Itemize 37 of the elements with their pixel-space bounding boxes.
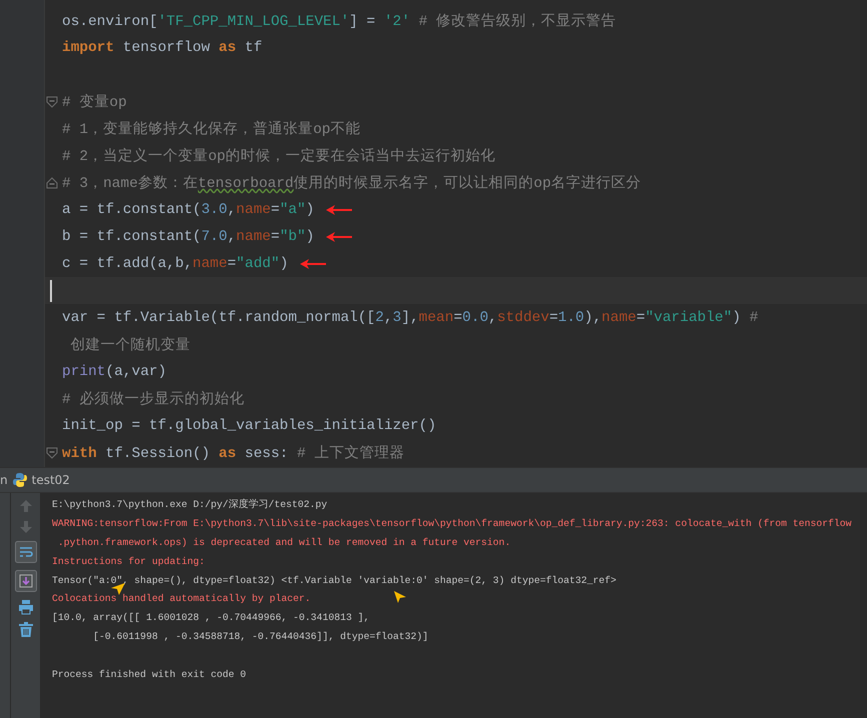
code-line: a = tf.constant(3.0,name="a") xyxy=(62,202,314,218)
code-line: b = tf.constant(7.0,name="b") xyxy=(62,228,314,244)
console-line: Colocations handled automatically by placer. xyxy=(52,593,311,604)
print-icon[interactable] xyxy=(18,599,34,615)
python-icon xyxy=(12,472,28,488)
code-line: # 1，变量能够持久化保存，普通张量op不能 xyxy=(62,120,361,138)
scroll-to-end-icon[interactable] xyxy=(14,570,36,592)
console-line: Process finished with exit code 0 xyxy=(52,669,246,680)
trash-icon[interactable] xyxy=(18,622,34,638)
code-line: var = tf.Variable(tf.random_normal([2,3],mean=0.0,stddev=1.0),name="variable") # xyxy=(62,310,758,326)
console-line: E:\python3.7\python.exe D:/py/深度学习/test02.py xyxy=(52,499,328,510)
console-line: .python.framework.ops) is deprecated and will be removed in a future version. xyxy=(56,536,511,548)
soft-wrap-icon[interactable] xyxy=(14,541,36,563)
code-line: # 3，name参数：在tensorboard使用的时候显示名字，可以让相同的op名字进行区分 xyxy=(62,174,642,192)
code-line: init_op = tf.global_variables_initializer() xyxy=(62,418,436,434)
console-line: Instructions for updating: xyxy=(52,556,205,567)
code-line: # 必须做一步显示的初始化 xyxy=(62,390,244,408)
text-caret xyxy=(50,280,52,302)
fold-marker-icon[interactable] xyxy=(46,177,58,189)
pointer-icon xyxy=(394,591,406,603)
tool-window-title: n xyxy=(0,473,8,487)
code-line: 创建一个随机变量 xyxy=(70,336,191,354)
code-line: print(a,var) xyxy=(62,364,166,380)
fold-marker-icon[interactable] xyxy=(46,447,58,459)
run-tab[interactable]: test02 xyxy=(12,472,70,488)
console-line: [10.0, array([[ 1.6001028 , -0.70449966, -0.3410813 ], xyxy=(52,612,370,624)
code-line: import tensorflow as tf xyxy=(62,40,262,56)
console-line: Tensor("a:0", shape=(), dtype=float32) <tf.Variable 'variable:0' shape=(2, 3) dtype=float32_ref> xyxy=(52,574,616,586)
fold-marker-icon[interactable] xyxy=(46,96,58,108)
pointer-icon xyxy=(111,583,125,595)
code-line: os.environ['TF_CPP_MIN_LOG_LEVEL'] = '2' # 修改警告级别，不显示警告 xyxy=(62,12,616,30)
code-line: # 2，当定义一个变量op的时候，一定要在会话当中去运行初始化 xyxy=(62,146,496,165)
code-line: with tf.Session() as sess: # 上下文管理器 xyxy=(62,444,404,462)
code-line: c = tf.add(a,b,name="add") xyxy=(62,256,288,272)
console-line: [-0.6011998 , -0.34588718, -0.76440436]], dtype=float32)] xyxy=(92,631,428,642)
code-line: # 变量op xyxy=(62,92,127,111)
console-line: WARNING:tensorflow:From E:\python3.7\lib\site-packages\tensorflow\python\framework\op_def_library.py:263: colocate_with (from tensorflow xyxy=(52,518,852,529)
